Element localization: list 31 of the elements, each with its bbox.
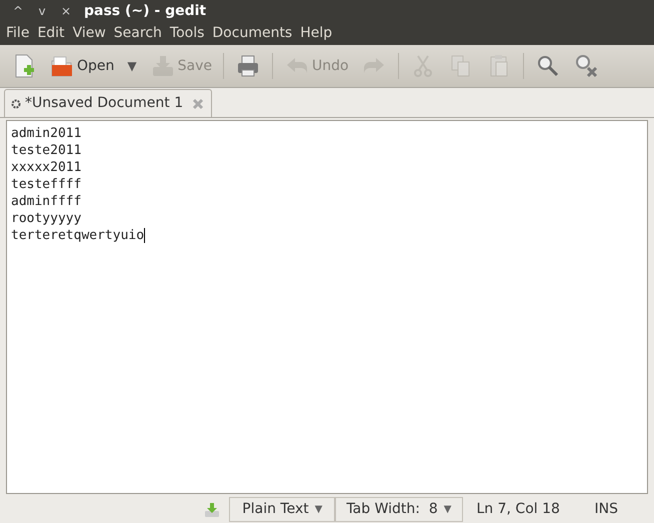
menu-item[interactable]: Help <box>296 23 336 44</box>
document-tab[interactable]: *Unsaved Document 1 <box>4 89 212 117</box>
tab-label: *Unsaved Document 1 <box>25 94 184 113</box>
text-line: adminffff <box>11 193 82 210</box>
open-menu-button[interactable]: ▼ <box>123 57 141 75</box>
text-line: teste2011 <box>11 142 82 159</box>
menu-item[interactable]: Tools <box>166 23 208 44</box>
text-line: xxxxx2011 <box>11 159 82 176</box>
open-button[interactable]: Open <box>46 50 118 82</box>
text-line: admin2011 <box>11 125 82 142</box>
text-line: terteretqwertyuio <box>11 227 144 244</box>
language-dropdown[interactable]: Plain Text ▼ <box>229 497 336 522</box>
gear-icon <box>11 98 21 108</box>
close-icon[interactable] <box>191 96 206 110</box>
menu-item[interactable]: Documents <box>208 23 296 44</box>
window-control-button[interactable]: × <box>54 2 78 20</box>
tab-width-dropdown[interactable]: Tab Width: 8 ▼ <box>335 497 462 522</box>
download-icon <box>203 500 222 518</box>
menu-item[interactable]: File <box>2 23 34 44</box>
text-editor[interactable]: admin2011 teste2011 xxxxx2011 testeffff adminffff rootyyyyy terteretqwertyuio <box>6 120 648 494</box>
text-cursor <box>144 228 146 243</box>
window-control-button[interactable]: ^ <box>6 2 30 20</box>
text-line: testeffff <box>11 176 82 193</box>
window-title: pass (~) - gedit <box>84 2 206 20</box>
insert-mode: INS <box>594 500 618 519</box>
cursor-position: Ln 7, Col 18 <box>476 500 561 519</box>
window-control-button[interactable]: v <box>30 2 54 20</box>
menu-item[interactable]: Search <box>110 23 166 44</box>
text-line: rootyyyyy <box>11 210 82 227</box>
menu-item[interactable]: View <box>68 23 110 44</box>
menu-item[interactable]: Edit <box>33 23 69 44</box>
